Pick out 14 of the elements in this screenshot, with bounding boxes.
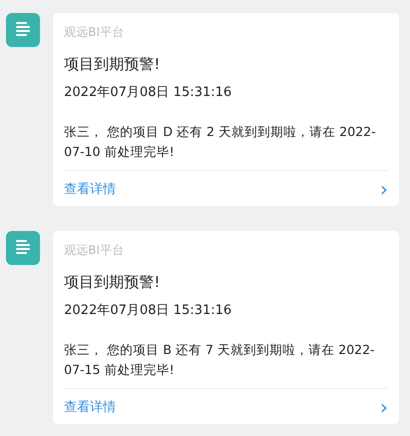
message-body: 张三， 您的项目 B 还有 7 天就到到期啦，请在 2022-07-15 前处理完毕!: [64, 341, 376, 379]
chevron-icon[interactable]: ›: [380, 178, 388, 198]
message-title: 项目到期预警!: [64, 272, 162, 292]
app-avatar-icon: [6, 231, 40, 265]
message-time: 2022年07月08日 15:31:16: [64, 84, 233, 102]
message-body: 张三， 您的项目 D 还有 2 天就到到期啦，请在 2022-07-10 前处理完毕!: [64, 123, 377, 161]
details-link[interactable]: 查看详情: [64, 398, 116, 416]
message-time: 2022年07月08日 15:31:16: [64, 302, 233, 320]
source-label: 观远BI平台: [64, 242, 125, 259]
details-link[interactable]: 查看详情: [64, 180, 116, 198]
chevron-icon[interactable]: ›: [380, 396, 388, 416]
message-title: 项目到期预警!: [64, 54, 162, 74]
app-avatar-icon: [6, 13, 40, 47]
source-label: 观远BI平台: [64, 24, 125, 41]
